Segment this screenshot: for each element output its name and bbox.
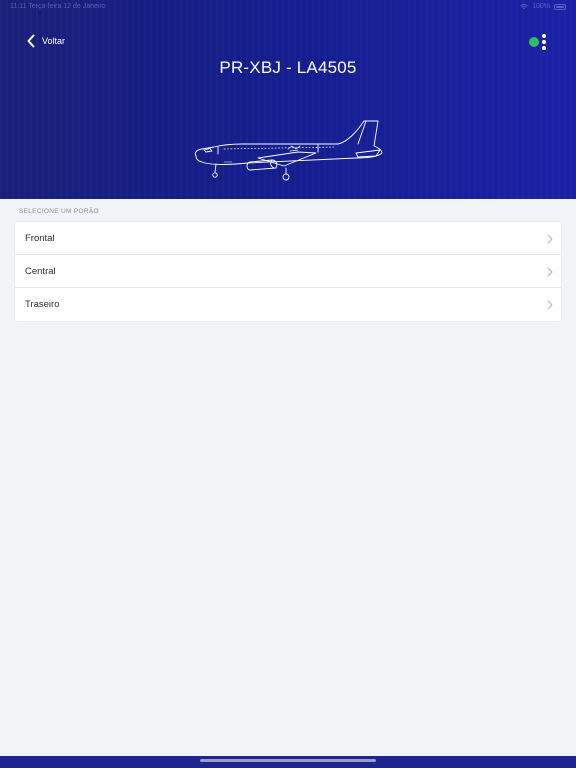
list-item-central[interactable]: Central <box>15 255 561 288</box>
list-item-traseiro[interactable]: Traseiro <box>15 288 561 321</box>
bottom-bar <box>0 756 576 768</box>
home-indicator[interactable] <box>200 759 376 762</box>
chevron-right-icon <box>547 300 553 310</box>
status-bar: 11:11 Terça-feira 12 de Janeiro 100% <box>0 0 576 14</box>
list-item-label: Frontal <box>25 232 55 244</box>
connection-status-indicator <box>529 37 539 47</box>
battery-percent: 100% <box>532 3 550 10</box>
list-item-label: Traseiro <box>25 299 60 310</box>
page-title: PR-XBJ - LA4505 <box>219 58 357 77</box>
cargo-hold-list: Frontal Central Traseiro <box>15 222 561 321</box>
list-item-frontal[interactable]: Frontal <box>15 222 561 255</box>
battery-icon <box>554 4 566 10</box>
more-vertical-icon[interactable] <box>540 33 548 51</box>
status-icons: 100% <box>520 0 566 14</box>
chevron-right-icon <box>547 267 553 277</box>
chevron-left-icon <box>27 34 35 48</box>
chevron-right-icon <box>547 234 553 244</box>
back-label: Voltar <box>42 36 66 46</box>
status-time: 11:11 Terça-feira 12 de Janeiro <box>10 3 106 10</box>
header: 11:11 Terça-feira 12 de Janeiro 100% Vol… <box>0 0 576 199</box>
wifi-icon <box>520 4 528 10</box>
section-label: SELECIONE UM PORÃO <box>19 208 99 215</box>
list-item-label: Central <box>25 265 56 277</box>
back-button[interactable]: Voltar <box>26 32 65 50</box>
airplane-outline-icon <box>194 120 383 181</box>
